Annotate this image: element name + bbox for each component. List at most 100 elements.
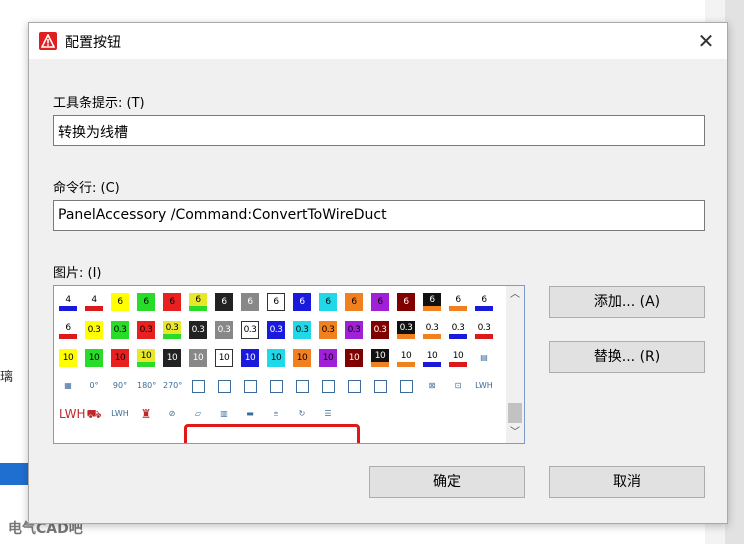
- image-list-item[interactable]: 10: [111, 349, 129, 367]
- replace-button[interactable]: 替换... (R): [549, 341, 705, 373]
- image-list-item[interactable]: 6: [241, 293, 259, 311]
- image-list-item[interactable]: 10: [449, 349, 467, 367]
- image-list-item[interactable]: 10: [423, 349, 441, 367]
- image-list-item[interactable]: 0.3: [163, 321, 181, 339]
- image-list-item[interactable]: 10: [163, 349, 181, 367]
- image-list-item[interactable]: 6: [137, 293, 155, 311]
- image-list-item[interactable]: 0.3: [267, 321, 285, 339]
- image-list-item[interactable]: 0.3: [241, 321, 259, 339]
- image-list-item[interactable]: 0.3: [111, 321, 129, 339]
- command-input[interactable]: PanelAccessory /Command:ConvertToWireDuc…: [53, 200, 705, 231]
- image-list-item[interactable]: 6: [59, 321, 77, 339]
- image-list-icon[interactable]: ⊘: [163, 405, 181, 423]
- image-label: 图片: (I): [53, 266, 102, 281]
- image-list-icon[interactable]: LWH: [59, 405, 85, 423]
- image-list-icon[interactable]: ⩧: [267, 405, 285, 423]
- image-list-item[interactable]: 6: [345, 293, 363, 311]
- tooltip-input[interactable]: 转换为线槽: [53, 115, 705, 146]
- image-list-item[interactable]: 10: [397, 349, 415, 367]
- image-list-icon[interactable]: [371, 377, 389, 395]
- image-list-icon[interactable]: 270°: [163, 377, 182, 395]
- image-list-icon[interactable]: LWH: [111, 405, 129, 423]
- image-list-item[interactable]: 6: [371, 293, 389, 311]
- image-list-item[interactable]: 6: [111, 293, 129, 311]
- image-list-item[interactable]: 10: [241, 349, 259, 367]
- image-list-item[interactable]: 10: [319, 349, 337, 367]
- image-list-item[interactable]: 0.3: [137, 321, 155, 339]
- image-list-icon[interactable]: [267, 377, 285, 395]
- image-list-item[interactable]: 0.3: [319, 321, 337, 339]
- image-list-item[interactable]: 0.3: [85, 321, 103, 339]
- app-warning-icon: [39, 32, 57, 50]
- image-list-item[interactable]: 10: [137, 349, 155, 367]
- image-list-item[interactable]: 4: [59, 293, 77, 311]
- image-list-item[interactable]: 0.3: [449, 321, 467, 339]
- image-list-item[interactable]: 0.3: [397, 321, 415, 339]
- image-list-item[interactable]: 6: [319, 293, 337, 311]
- image-list-icon[interactable]: ▱: [189, 405, 207, 423]
- scroll-up-icon[interactable]: ︿: [510, 290, 520, 300]
- image-list-item[interactable]: 0.3: [423, 321, 441, 339]
- image-list-item[interactable]: 6: [293, 293, 311, 311]
- image-list-icon[interactable]: [397, 377, 415, 395]
- image-list-item[interactable]: 6: [449, 293, 467, 311]
- image-list-icon[interactable]: ▤: [475, 349, 493, 367]
- image-list-icon[interactable]: [189, 377, 207, 395]
- image-list-item[interactable]: 4: [85, 293, 103, 311]
- image-list-item[interactable]: 10: [215, 349, 233, 367]
- dialog-title: 配置按钮: [65, 35, 121, 51]
- image-list-item[interactable]: 6: [215, 293, 233, 311]
- title-bar: 配置按钮 ✕: [29, 23, 727, 59]
- image-list-icon[interactable]: [241, 377, 259, 395]
- image-list-item[interactable]: 0.3: [345, 321, 363, 339]
- image-list-item[interactable]: 10: [345, 349, 363, 367]
- image-list-icon[interactable]: LWH: [475, 377, 493, 395]
- image-list-icon[interactable]: ▬: [241, 405, 259, 423]
- image-list-item[interactable]: 6: [397, 293, 415, 311]
- image-list-icon[interactable]: 0°: [85, 377, 103, 395]
- image-list-item[interactable]: 6: [189, 293, 207, 311]
- selection-highlight: [184, 424, 360, 443]
- add-button[interactable]: 添加... (A): [549, 286, 705, 318]
- image-list-icon[interactable]: [293, 377, 311, 395]
- image-list-item[interactable]: 10: [189, 349, 207, 367]
- image-list-item[interactable]: 10: [293, 349, 311, 367]
- image-list-item[interactable]: 6: [163, 293, 181, 311]
- background-text: 璃: [0, 370, 14, 385]
- image-list-item[interactable]: 6: [423, 293, 441, 311]
- image-list-icon[interactable]: ⊠: [423, 377, 441, 395]
- image-list-item[interactable]: 0.3: [371, 321, 389, 339]
- image-list-icon[interactable]: ♜: [137, 405, 155, 423]
- cancel-button[interactable]: 取消: [549, 466, 705, 498]
- image-list-item[interactable]: 0.3: [215, 321, 233, 339]
- image-list-icon[interactable]: ▥: [215, 405, 233, 423]
- background-selected-item: [0, 463, 28, 485]
- image-list-icon[interactable]: ⊡: [449, 377, 467, 395]
- scroll-down-icon[interactable]: ﹀: [510, 428, 520, 438]
- image-list-item[interactable]: 10: [371, 349, 389, 367]
- image-list-scrollbar[interactable]: ︿ ﹀: [506, 286, 524, 443]
- scroll-thumb[interactable]: [508, 403, 522, 423]
- image-list-item[interactable]: 6: [267, 293, 285, 311]
- image-list-item[interactable]: 10: [59, 349, 77, 367]
- image-list-item[interactable]: 0.3: [475, 321, 493, 339]
- ok-button[interactable]: 确定: [369, 466, 525, 498]
- image-list-icon[interactable]: ⛟: [85, 405, 103, 423]
- image-list-icon[interactable]: ▦: [59, 377, 77, 395]
- configure-button-dialog: 配置按钮 ✕ 工具条提示: (T) 转换为线槽 命令行: (C) PanelAc…: [28, 22, 728, 524]
- tooltip-label: 工具条提示: (T): [53, 96, 145, 111]
- image-list-icon[interactable]: [215, 377, 233, 395]
- image-list-item[interactable]: 0.3: [293, 321, 311, 339]
- image-list-item[interactable]: 0.3: [189, 321, 207, 339]
- image-list-icon[interactable]: 180°: [137, 377, 156, 395]
- image-list-item[interactable]: 6: [475, 293, 493, 311]
- image-list-item[interactable]: 10: [85, 349, 103, 367]
- image-list-icon[interactable]: [319, 377, 337, 395]
- image-list[interactable]: 4 4 6 6 6 6 6 6 6 6 6 6 6 6 6 6 6 6 0.3 0.3 0.3 0.3 0.3 0.3 0.3 0…: [53, 285, 525, 444]
- image-list-item[interactable]: 10: [267, 349, 285, 367]
- close-icon[interactable]: ✕: [689, 25, 723, 57]
- image-list-icon[interactable]: [345, 377, 363, 395]
- image-list-icon[interactable]: ↻: [293, 405, 311, 423]
- image-list-icon[interactable]: ☰: [319, 405, 337, 423]
- image-list-icon[interactable]: 90°: [111, 377, 129, 395]
